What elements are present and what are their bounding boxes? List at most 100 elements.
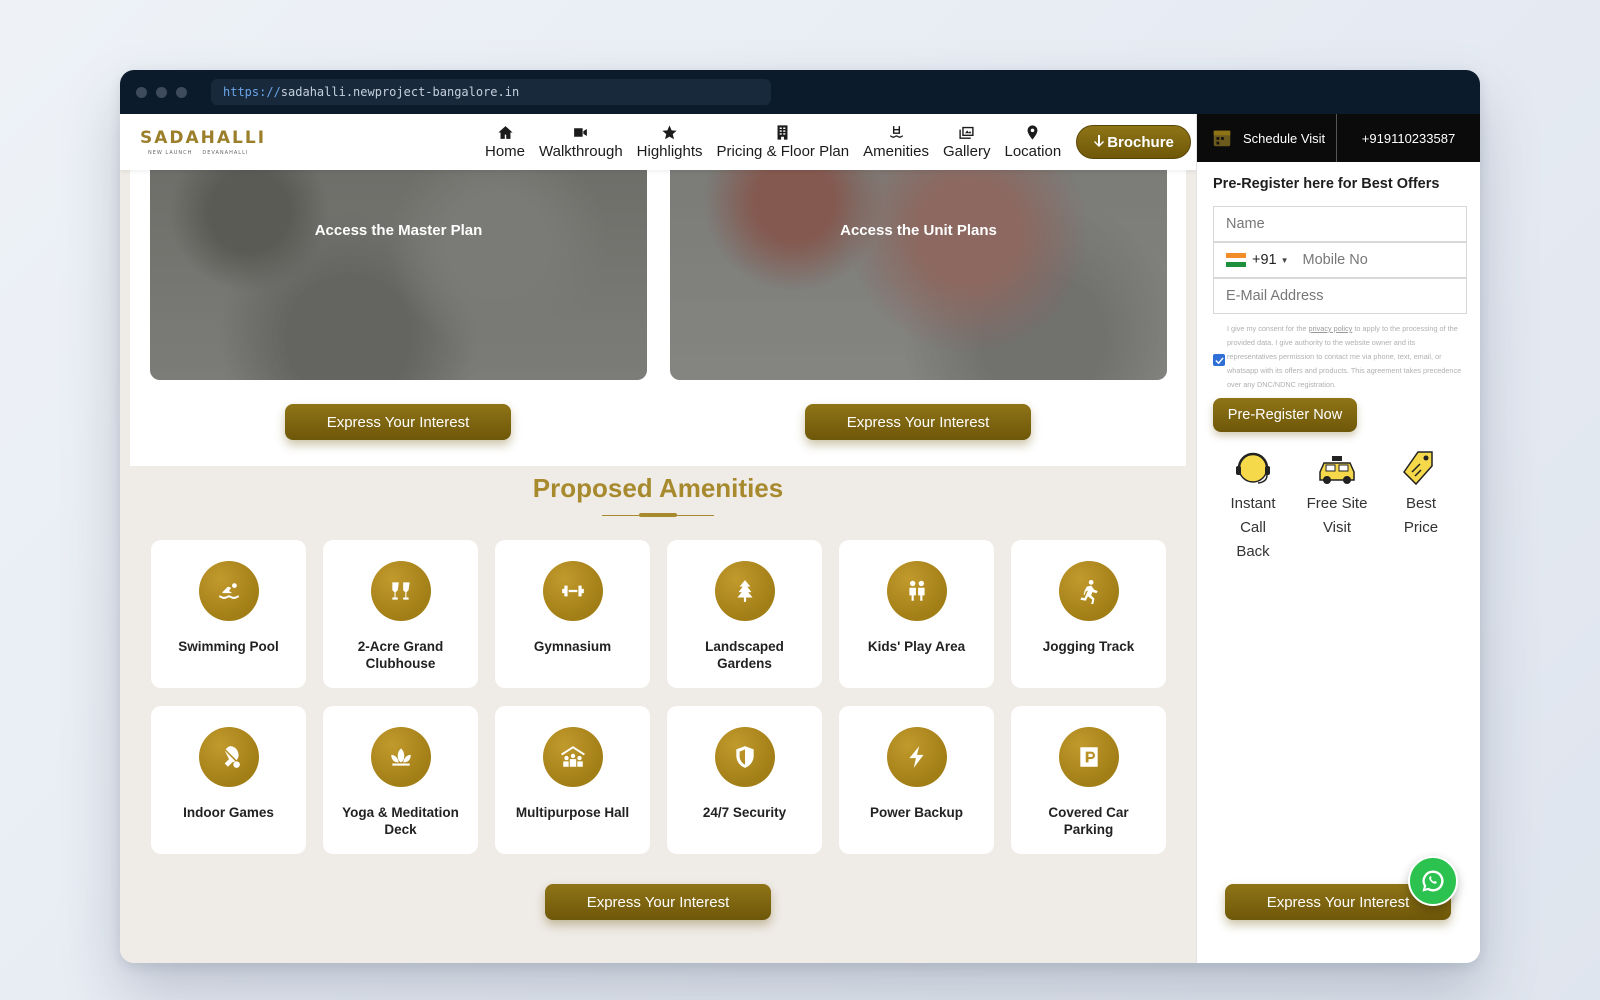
download-icon	[1094, 135, 1105, 147]
nav-label: Gallery	[942, 143, 991, 160]
side-panel: Schedule Visit +919110233587 Pre-Registe…	[1196, 114, 1480, 963]
runner-icon	[1058, 561, 1119, 621]
amenity-card: Gymnasium	[495, 540, 650, 688]
benefit-line: Best	[1405, 495, 1436, 512]
nav-item-home[interactable]: Home	[478, 124, 532, 160]
amenities-interest-button[interactable]: Express Your Interest	[545, 884, 771, 920]
india-flag-icon[interactable]	[1226, 253, 1246, 268]
images-icon	[959, 126, 974, 139]
amenity-label: Jogging Track	[1042, 639, 1135, 654]
maximize-window-dot[interactable]	[176, 86, 187, 98]
logo-title: SADAHALLI	[140, 128, 267, 148]
nav-item-amenities[interactable]: Amenities	[856, 124, 936, 160]
phone-link[interactable]: +919110233587	[1337, 114, 1480, 162]
pool-icon	[889, 126, 903, 138]
bolt-icon	[886, 727, 947, 787]
map-pin-icon	[1027, 125, 1038, 140]
dumbbell-icon	[542, 561, 603, 621]
address-bar[interactable]: https://sadahalli.newproject-bangalore.i…	[211, 79, 771, 105]
site-logo[interactable]: SADAHALLI NEW LAUNCH DEVANAHALLI	[140, 128, 267, 156]
nav-item-location[interactable]: Location	[997, 124, 1068, 160]
logo-sub-right: DEVANAHALLI	[202, 150, 249, 156]
amenity-label: Landscaped Gardens	[705, 639, 784, 671]
country-code[interactable]: +91	[1252, 252, 1277, 268]
brochure-label: Brochure	[1107, 133, 1174, 151]
privacy-policy-link[interactable]: privacy policy	[1309, 324, 1353, 333]
window-controls	[136, 86, 187, 98]
consent-checkbox[interactable]	[1213, 354, 1225, 366]
nav-label: Highlights	[636, 143, 703, 160]
benefit-free-site-visit: Free Site Visit	[1295, 448, 1379, 564]
benefit-line: Price	[1403, 519, 1439, 536]
amenity-card: Jogging Track	[1011, 540, 1166, 688]
headset-icon	[1236, 452, 1270, 484]
parking-icon	[1058, 727, 1119, 787]
nav-label: Pricing & Floor Plan	[716, 143, 850, 160]
amenity-label: Multipurpose Hall	[515, 805, 630, 820]
consent-text-start: I give my consent for the	[1227, 324, 1309, 333]
mobile-field[interactable]: +91 ▼ Mobile No	[1213, 242, 1467, 278]
name-field[interactable]: Name	[1213, 206, 1467, 242]
pre-register-button[interactable]: Pre-Register Now	[1213, 398, 1357, 432]
nav-item-pricing[interactable]: Pricing & Floor Plan	[710, 124, 857, 160]
schedule-visit-label: Schedule Visit	[1243, 130, 1326, 146]
amenity-label: 2-Acre Grand Clubhouse	[357, 639, 444, 671]
phone-number: +919110233587	[1361, 130, 1456, 146]
video-icon	[574, 128, 588, 137]
url-host: sadahalli.newproject-bangalore.in	[280, 85, 520, 99]
email-field[interactable]: E-Mail Address	[1213, 278, 1467, 314]
unit-plan-interest-button[interactable]: Express Your Interest	[805, 404, 1031, 440]
amenity-label: Gymnasium	[533, 639, 612, 654]
amenity-label: Yoga & Meditation Deck	[342, 805, 459, 837]
nav-items: Home Walkthrough Highlights Pricing & Fl…	[478, 124, 1191, 160]
benefit-label: Instant Call Back	[1230, 492, 1275, 564]
benefit-line: Call	[1240, 519, 1266, 536]
logo-sub-left: NEW LAUNCH	[148, 150, 193, 156]
name-placeholder: Name	[1226, 216, 1265, 232]
nav-item-gallery[interactable]: Gallery	[936, 124, 998, 160]
master-plan-interest-button[interactable]: Express Your Interest	[285, 404, 511, 440]
brochure-button[interactable]: Brochure	[1076, 125, 1191, 159]
master-plan-card[interactable]: Access the Master Plan	[150, 170, 647, 380]
consent-text-rest: to apply to the processing of the provid…	[1227, 324, 1462, 389]
nav-item-highlights[interactable]: Highlights	[630, 124, 710, 160]
nav-label: Home	[485, 143, 526, 160]
benefit-line: Back	[1236, 543, 1270, 560]
title-divider-accent	[639, 513, 677, 517]
star-icon	[662, 125, 677, 140]
whatsapp-icon	[1422, 870, 1444, 892]
unit-plan-title: Access the Unit Plans	[840, 222, 997, 239]
children-icon	[886, 561, 947, 621]
benefit-best-price: Best Price	[1379, 448, 1463, 564]
amenity-card: 24/7 Security	[667, 706, 822, 854]
site-main: SADAHALLI NEW LAUNCH DEVANAHALLI Home Wa…	[120, 114, 1196, 963]
amenity-card: Power Backup	[839, 706, 994, 854]
benefit-instant-call: Instant Call Back	[1211, 448, 1295, 564]
benefit-label: Best Price	[1404, 492, 1438, 540]
side-panel-header: Schedule Visit +919110233587	[1197, 114, 1480, 162]
check-icon	[1214, 356, 1224, 364]
amenity-label: Kids' Play Area	[867, 639, 966, 654]
amenity-card: 2-Acre Grand Clubhouse	[323, 540, 478, 688]
benefit-line: Free Site	[1306, 495, 1368, 512]
blur-overlay	[150, 170, 647, 380]
whatsapp-button[interactable]	[1408, 856, 1458, 906]
close-window-dot[interactable]	[136, 86, 147, 98]
minimize-window-dot[interactable]	[156, 86, 167, 98]
url-scheme: https://	[223, 85, 281, 99]
caret-down-icon[interactable]: ▼	[1281, 256, 1289, 265]
browser-titlebar: https://sadahalli.newproject-bangalore.i…	[120, 70, 1480, 114]
amenity-card: Yoga & Meditation Deck	[323, 706, 478, 854]
benefit-line: Instant	[1230, 495, 1276, 512]
unit-plan-card[interactable]: Access the Unit Plans	[670, 170, 1167, 380]
amenity-card: Landscaped Gardens	[667, 540, 822, 688]
benefits-row: Instant Call Back Free Site Visit Best Price	[1211, 448, 1480, 564]
nav-item-walkthrough[interactable]: Walkthrough	[532, 124, 630, 160]
amenities-title: Proposed Amenities	[532, 473, 784, 503]
email-placeholder: E-Mail Address	[1226, 288, 1324, 304]
table-tennis-icon	[198, 727, 259, 787]
schedule-visit-button[interactable]: Schedule Visit	[1197, 114, 1337, 162]
plans-panel: Access the Master Plan Access the Unit P…	[130, 170, 1186, 466]
people-roof-icon	[542, 727, 603, 787]
amenity-card: Swimming Pool	[151, 540, 306, 688]
